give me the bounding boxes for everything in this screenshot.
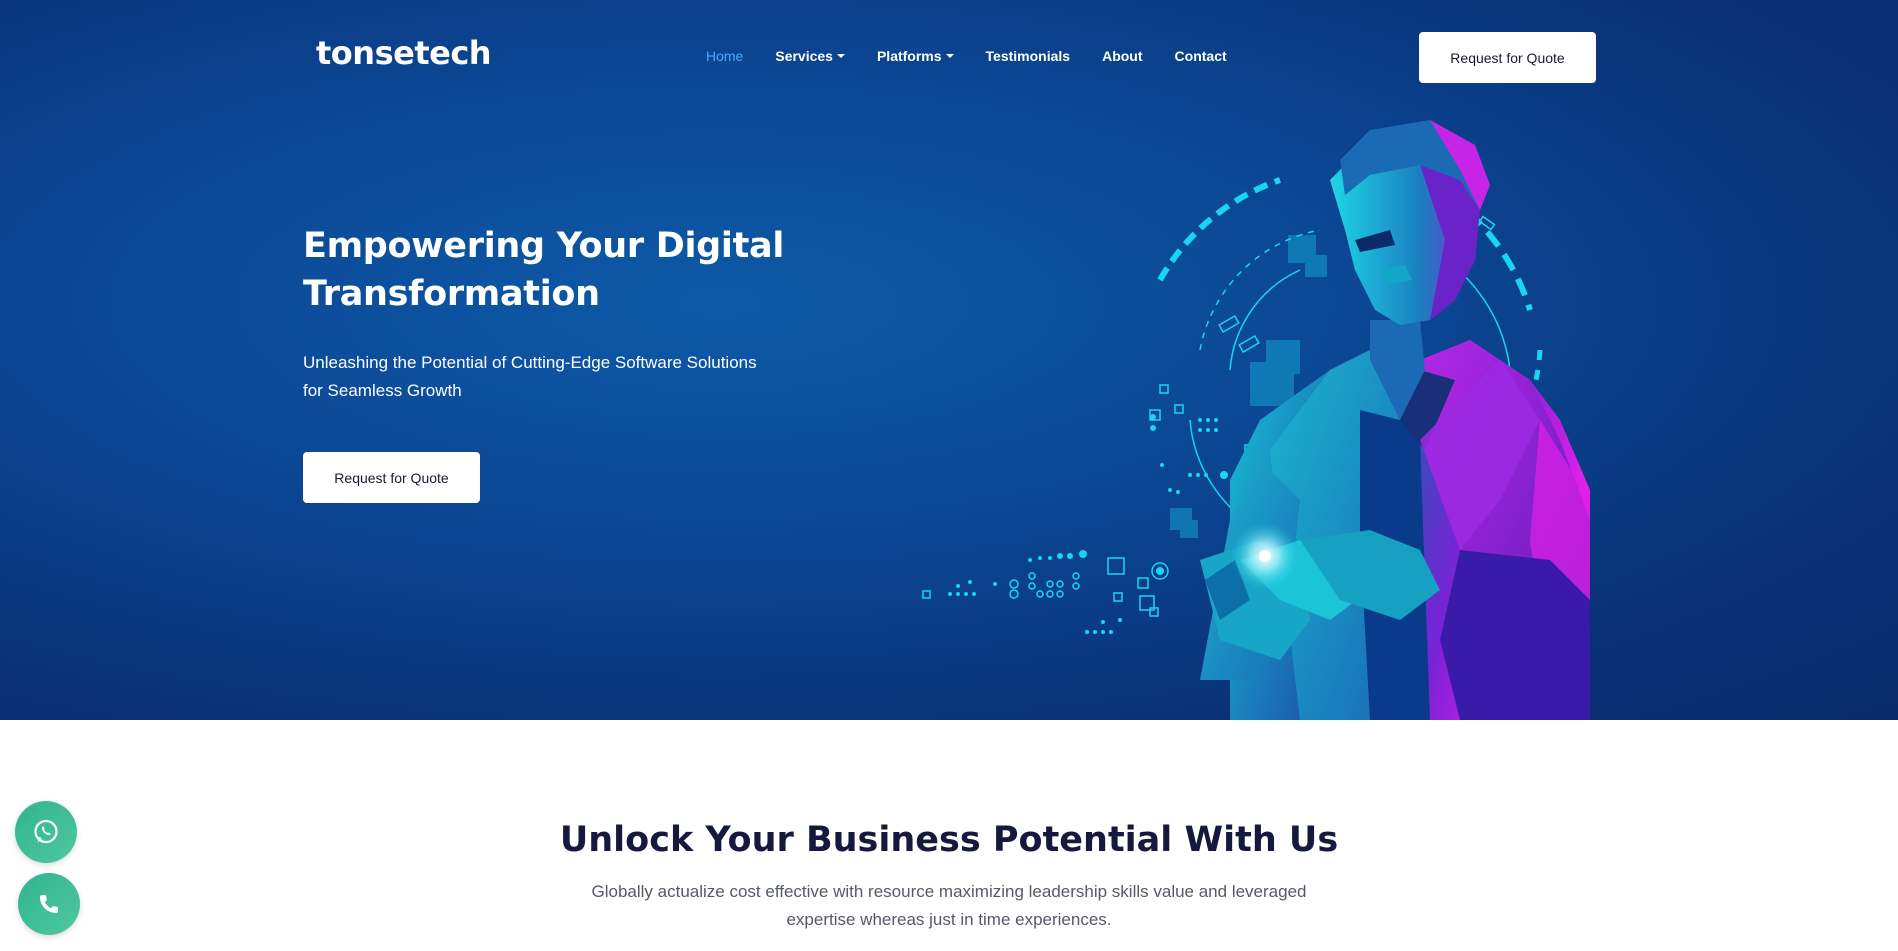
nav-item-label: About bbox=[1102, 48, 1143, 64]
whatsapp-icon bbox=[34, 819, 58, 844]
phone-button[interactable] bbox=[18, 873, 80, 935]
main-nav: Home Services Platforms Testimonials Abo… bbox=[706, 48, 1259, 64]
nav-item-label: Services bbox=[775, 48, 833, 64]
section-subtitle: Globally actualize cost effective with r… bbox=[591, 882, 1307, 929]
nav-item-testimonials[interactable]: Testimonials bbox=[986, 48, 1071, 64]
hero-section: tonsetech Home Services Platforms Testim… bbox=[0, 0, 1898, 720]
nav-item-label: Contact bbox=[1174, 48, 1227, 64]
nav-item-services[interactable]: Services bbox=[775, 48, 845, 64]
section-title: Unlock Your Business Potential With Us bbox=[559, 820, 1339, 860]
man-with-phone-illustration bbox=[922, 120, 1590, 720]
caret-down-icon bbox=[945, 54, 954, 58]
nav-item-home[interactable]: Home bbox=[706, 48, 743, 64]
request-quote-button-hero[interactable]: Request for Quote bbox=[303, 452, 480, 503]
hero-subtitle: Unleashing the Potential of Cutting-Edge… bbox=[303, 353, 757, 400]
brand-logo[interactable]: tonsetech bbox=[316, 34, 492, 72]
phone-icon bbox=[40, 895, 58, 913]
nav-item-label: Testimonials bbox=[985, 48, 1071, 64]
nav-item-platforms[interactable]: Platforms bbox=[877, 48, 954, 64]
hero-title: Empowering Your Digital Transformation bbox=[303, 226, 785, 314]
nav-item-about[interactable]: About bbox=[1102, 48, 1142, 64]
request-quote-button-header[interactable]: Request for Quote bbox=[1419, 32, 1596, 83]
nav-item-contact[interactable]: Contact bbox=[1175, 48, 1227, 64]
caret-down-icon bbox=[836, 54, 845, 58]
nav-item-label: Platforms bbox=[876, 48, 942, 64]
nav-item-label: Home bbox=[706, 48, 744, 64]
whatsapp-button[interactable] bbox=[15, 801, 77, 863]
